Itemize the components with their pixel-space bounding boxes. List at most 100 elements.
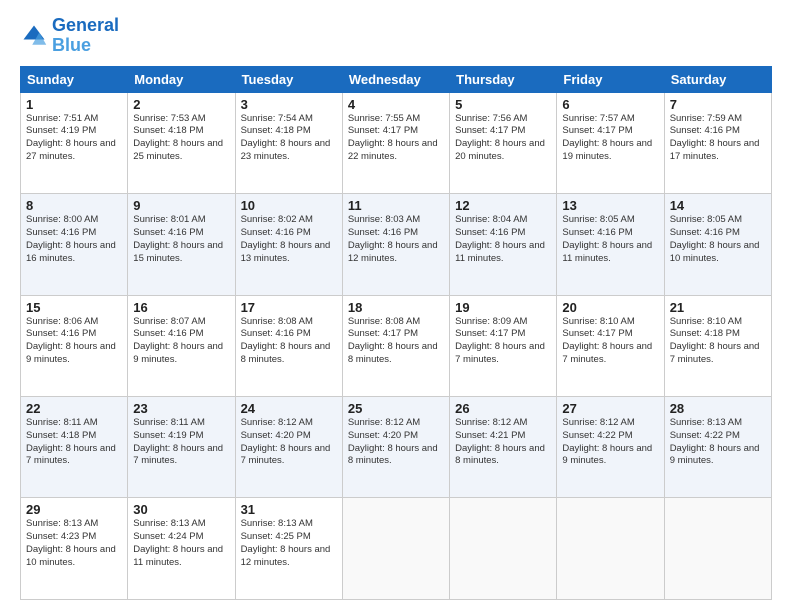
weekday-header-thursday: Thursday xyxy=(450,66,557,92)
calendar-cell: 25Sunrise: 8:12 AMSunset: 4:20 PMDayligh… xyxy=(342,397,449,498)
calendar-cell: 1Sunrise: 7:51 AMSunset: 4:19 PMDaylight… xyxy=(21,92,128,193)
weekday-header-tuesday: Tuesday xyxy=(235,66,342,92)
day-number: 20 xyxy=(562,300,658,315)
day-info: Sunrise: 8:13 AMSunset: 4:23 PMDaylight:… xyxy=(26,518,122,569)
calendar-cell xyxy=(342,498,449,600)
day-info: Sunrise: 7:55 AMSunset: 4:17 PMDaylight:… xyxy=(348,113,444,164)
calendar-cell: 23Sunrise: 8:11 AMSunset: 4:19 PMDayligh… xyxy=(128,397,235,498)
calendar-week-3: 15Sunrise: 8:06 AMSunset: 4:16 PMDayligh… xyxy=(21,295,772,396)
day-info: Sunrise: 8:06 AMSunset: 4:16 PMDaylight:… xyxy=(26,316,122,367)
day-info: Sunrise: 8:13 AMSunset: 4:24 PMDaylight:… xyxy=(133,518,229,569)
day-number: 27 xyxy=(562,401,658,416)
day-info: Sunrise: 8:07 AMSunset: 4:16 PMDaylight:… xyxy=(133,316,229,367)
day-number: 28 xyxy=(670,401,766,416)
calendar-cell: 30Sunrise: 8:13 AMSunset: 4:24 PMDayligh… xyxy=(128,498,235,600)
calendar-cell: 6Sunrise: 7:57 AMSunset: 4:17 PMDaylight… xyxy=(557,92,664,193)
day-number: 29 xyxy=(26,502,122,517)
day-info: Sunrise: 8:13 AMSunset: 4:25 PMDaylight:… xyxy=(241,518,337,569)
day-info: Sunrise: 8:11 AMSunset: 4:19 PMDaylight:… xyxy=(133,417,229,468)
day-info: Sunrise: 8:08 AMSunset: 4:16 PMDaylight:… xyxy=(241,316,337,367)
calendar-cell xyxy=(557,498,664,600)
day-info: Sunrise: 8:04 AMSunset: 4:16 PMDaylight:… xyxy=(455,214,551,265)
day-number: 2 xyxy=(133,97,229,112)
logo: General Blue xyxy=(20,16,119,56)
day-info: Sunrise: 7:51 AMSunset: 4:19 PMDaylight:… xyxy=(26,113,122,164)
day-info: Sunrise: 7:54 AMSunset: 4:18 PMDaylight:… xyxy=(241,113,337,164)
day-info: Sunrise: 8:05 AMSunset: 4:16 PMDaylight:… xyxy=(562,214,658,265)
calendar-cell: 31Sunrise: 8:13 AMSunset: 4:25 PMDayligh… xyxy=(235,498,342,600)
day-number: 17 xyxy=(241,300,337,315)
day-number: 21 xyxy=(670,300,766,315)
calendar-cell: 4Sunrise: 7:55 AMSunset: 4:17 PMDaylight… xyxy=(342,92,449,193)
calendar-week-2: 8Sunrise: 8:00 AMSunset: 4:16 PMDaylight… xyxy=(21,194,772,295)
day-number: 31 xyxy=(241,502,337,517)
day-number: 23 xyxy=(133,401,229,416)
day-info: Sunrise: 8:00 AMSunset: 4:16 PMDaylight:… xyxy=(26,214,122,265)
calendar-cell: 15Sunrise: 8:06 AMSunset: 4:16 PMDayligh… xyxy=(21,295,128,396)
day-number: 22 xyxy=(26,401,122,416)
calendar-cell: 27Sunrise: 8:12 AMSunset: 4:22 PMDayligh… xyxy=(557,397,664,498)
calendar-cell: 14Sunrise: 8:05 AMSunset: 4:16 PMDayligh… xyxy=(664,194,771,295)
calendar-cell: 20Sunrise: 8:10 AMSunset: 4:17 PMDayligh… xyxy=(557,295,664,396)
day-number: 19 xyxy=(455,300,551,315)
day-info: Sunrise: 7:53 AMSunset: 4:18 PMDaylight:… xyxy=(133,113,229,164)
calendar-cell: 24Sunrise: 8:12 AMSunset: 4:20 PMDayligh… xyxy=(235,397,342,498)
header: General Blue xyxy=(20,16,772,56)
day-number: 26 xyxy=(455,401,551,416)
calendar-cell: 8Sunrise: 8:00 AMSunset: 4:16 PMDaylight… xyxy=(21,194,128,295)
weekday-header-wednesday: Wednesday xyxy=(342,66,449,92)
day-info: Sunrise: 8:05 AMSunset: 4:16 PMDaylight:… xyxy=(670,214,766,265)
day-info: Sunrise: 8:10 AMSunset: 4:18 PMDaylight:… xyxy=(670,316,766,367)
page: General Blue SundayMondayTuesdayWednesda… xyxy=(0,0,792,612)
calendar-table: SundayMondayTuesdayWednesdayThursdayFrid… xyxy=(20,66,772,600)
calendar-cell: 2Sunrise: 7:53 AMSunset: 4:18 PMDaylight… xyxy=(128,92,235,193)
day-info: Sunrise: 8:12 AMSunset: 4:21 PMDaylight:… xyxy=(455,417,551,468)
calendar-cell xyxy=(450,498,557,600)
calendar-cell: 17Sunrise: 8:08 AMSunset: 4:16 PMDayligh… xyxy=(235,295,342,396)
logo-icon xyxy=(20,22,48,50)
calendar-header-row: SundayMondayTuesdayWednesdayThursdayFrid… xyxy=(21,66,772,92)
calendar-cell: 9Sunrise: 8:01 AMSunset: 4:16 PMDaylight… xyxy=(128,194,235,295)
calendar-cell: 19Sunrise: 8:09 AMSunset: 4:17 PMDayligh… xyxy=(450,295,557,396)
day-number: 4 xyxy=(348,97,444,112)
calendar-cell: 5Sunrise: 7:56 AMSunset: 4:17 PMDaylight… xyxy=(450,92,557,193)
day-info: Sunrise: 8:12 AMSunset: 4:22 PMDaylight:… xyxy=(562,417,658,468)
day-number: 8 xyxy=(26,198,122,213)
calendar-cell: 12Sunrise: 8:04 AMSunset: 4:16 PMDayligh… xyxy=(450,194,557,295)
day-info: Sunrise: 7:56 AMSunset: 4:17 PMDaylight:… xyxy=(455,113,551,164)
day-info: Sunrise: 8:13 AMSunset: 4:22 PMDaylight:… xyxy=(670,417,766,468)
weekday-header-friday: Friday xyxy=(557,66,664,92)
day-number: 10 xyxy=(241,198,337,213)
day-number: 30 xyxy=(133,502,229,517)
weekday-header-sunday: Sunday xyxy=(21,66,128,92)
calendar-week-4: 22Sunrise: 8:11 AMSunset: 4:18 PMDayligh… xyxy=(21,397,772,498)
day-info: Sunrise: 8:11 AMSunset: 4:18 PMDaylight:… xyxy=(26,417,122,468)
day-info: Sunrise: 8:02 AMSunset: 4:16 PMDaylight:… xyxy=(241,214,337,265)
day-info: Sunrise: 8:09 AMSunset: 4:17 PMDaylight:… xyxy=(455,316,551,367)
day-number: 25 xyxy=(348,401,444,416)
calendar-week-5: 29Sunrise: 8:13 AMSunset: 4:23 PMDayligh… xyxy=(21,498,772,600)
calendar-cell: 10Sunrise: 8:02 AMSunset: 4:16 PMDayligh… xyxy=(235,194,342,295)
calendar-cell: 7Sunrise: 7:59 AMSunset: 4:16 PMDaylight… xyxy=(664,92,771,193)
day-number: 13 xyxy=(562,198,658,213)
calendar-cell: 18Sunrise: 8:08 AMSunset: 4:17 PMDayligh… xyxy=(342,295,449,396)
day-number: 11 xyxy=(348,198,444,213)
logo-text: General Blue xyxy=(52,16,119,56)
day-info: Sunrise: 8:12 AMSunset: 4:20 PMDaylight:… xyxy=(241,417,337,468)
day-number: 15 xyxy=(26,300,122,315)
day-number: 12 xyxy=(455,198,551,213)
day-number: 5 xyxy=(455,97,551,112)
day-number: 1 xyxy=(26,97,122,112)
calendar-week-1: 1Sunrise: 7:51 AMSunset: 4:19 PMDaylight… xyxy=(21,92,772,193)
calendar-cell: 21Sunrise: 8:10 AMSunset: 4:18 PMDayligh… xyxy=(664,295,771,396)
day-number: 7 xyxy=(670,97,766,112)
day-number: 9 xyxy=(133,198,229,213)
day-number: 6 xyxy=(562,97,658,112)
calendar-cell: 11Sunrise: 8:03 AMSunset: 4:16 PMDayligh… xyxy=(342,194,449,295)
day-info: Sunrise: 7:57 AMSunset: 4:17 PMDaylight:… xyxy=(562,113,658,164)
calendar-cell: 29Sunrise: 8:13 AMSunset: 4:23 PMDayligh… xyxy=(21,498,128,600)
weekday-header-monday: Monday xyxy=(128,66,235,92)
day-info: Sunrise: 8:01 AMSunset: 4:16 PMDaylight:… xyxy=(133,214,229,265)
day-number: 14 xyxy=(670,198,766,213)
calendar-cell: 3Sunrise: 7:54 AMSunset: 4:18 PMDaylight… xyxy=(235,92,342,193)
